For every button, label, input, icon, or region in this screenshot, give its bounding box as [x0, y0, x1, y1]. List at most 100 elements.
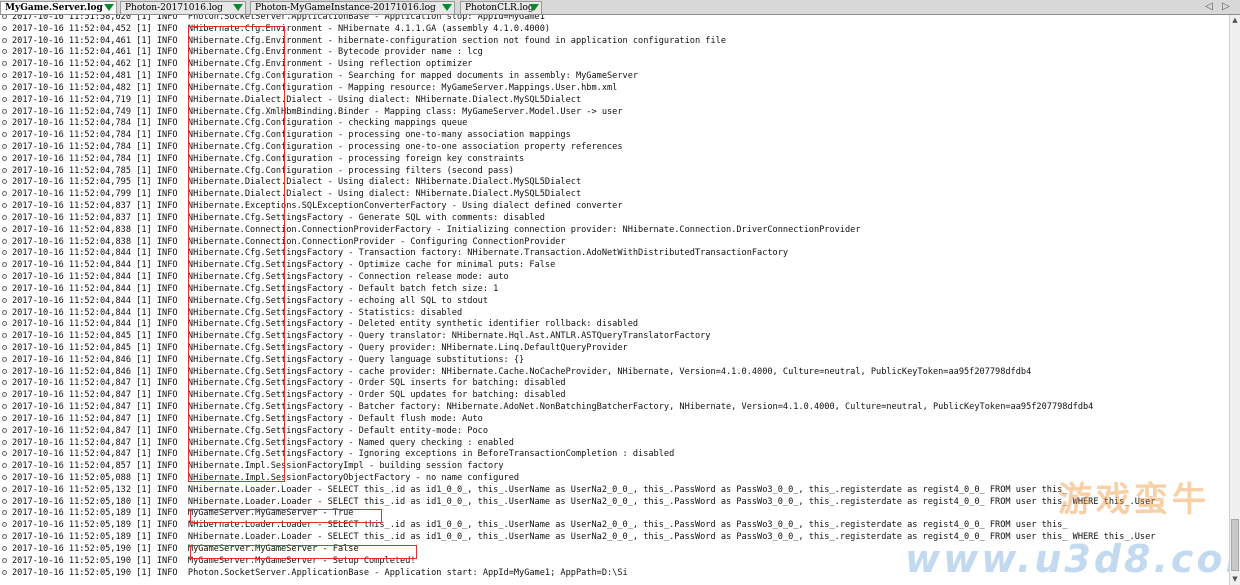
log-line[interactable]: 2017-10-16 11:52:05,189 [1] INFO MyGameS…: [0, 507, 1229, 519]
log-line[interactable]: 2017-10-16 11:52:04,844 [1] INFO NHibern…: [0, 271, 1229, 283]
line-marker-icon: [2, 356, 7, 362]
log-line[interactable]: 2017-10-16 11:52:04,461 [1] INFO NHibern…: [0, 46, 1229, 58]
log-line[interactable]: 2017-10-16 11:52:04,847 [1] INFO NHibern…: [0, 448, 1229, 460]
log-line[interactable]: 2017-10-16 11:52:04,847 [1] INFO NHibern…: [0, 437, 1229, 449]
log-line[interactable]: 2017-10-16 11:52:04,844 [1] INFO NHibern…: [0, 247, 1229, 259]
line-marker-icon: [2, 214, 7, 220]
log-line[interactable]: 2017-10-16 11:52:05,189 [1] INFO NHibern…: [0, 519, 1229, 531]
log-line-text: 2017-10-16 11:52:04,462 [1] INFO NHibern…: [12, 59, 473, 70]
tab-dropdown-icon[interactable]: [529, 4, 539, 11]
log-line-text: 2017-10-16 11:52:04,844 [1] INFO NHibern…: [12, 260, 556, 271]
scroll-down-icon[interactable]: ▼: [1230, 574, 1240, 584]
line-marker-icon: [2, 498, 7, 504]
log-line-text: 2017-10-16 11:52:04,784 [1] INFO NHibern…: [12, 142, 623, 153]
log-line-text: 2017-10-16 11:52:04,837 [1] INFO NHibern…: [12, 212, 545, 223]
line-marker-icon: [2, 37, 7, 43]
log-line-text: 2017-10-16 11:52:04,481 [1] INFO NHibern…: [12, 71, 639, 82]
line-marker-icon: [2, 522, 7, 528]
log-line[interactable]: 2017-10-16 11:52:04,837 [1] INFO NHibern…: [0, 212, 1229, 224]
log-line-text: 2017-10-16 11:52:04,461 [1] INFO NHibern…: [12, 47, 483, 58]
log-line[interactable]: 2017-10-16 11:52:04,846 [1] INFO NHibern…: [0, 354, 1229, 366]
line-marker-icon: [2, 309, 7, 315]
log-line-text: 2017-10-16 11:52:04,482 [1] INFO NHibern…: [12, 82, 618, 93]
log-line[interactable]: 2017-10-16 11:52:04,838 [1] INFO NHibern…: [0, 224, 1229, 236]
scroll-thumb[interactable]: [1231, 519, 1239, 571]
log-line[interactable]: 2017-10-16 11:52:04,482 [1] INFO NHibern…: [0, 82, 1229, 94]
line-marker-icon: [2, 321, 7, 327]
log-line[interactable]: 2017-10-16 11:52:04,799 [1] INFO NHibern…: [0, 188, 1229, 200]
log-line[interactable]: 2017-10-16 11:52:04,785 [1] INFO NHibern…: [0, 165, 1229, 177]
log-line[interactable]: 2017-10-16 11:52:04,847 [1] INFO NHibern…: [0, 401, 1229, 413]
log-line[interactable]: 2017-10-16 11:52:04,847 [1] INFO NHibern…: [0, 389, 1229, 401]
log-line[interactable]: 2017-10-16 11:52:05,088 [1] INFO NHibern…: [0, 472, 1229, 484]
log-line[interactable]: 2017-10-16 11:52:04,462 [1] INFO NHibern…: [0, 58, 1229, 70]
tab-photon-mygameinstance-log[interactable]: Photon-MyGameInstance-20171016.log: [250, 1, 455, 14]
log-line-text: 2017-10-16 11:52:04,838 [1] INFO NHibern…: [12, 224, 861, 235]
log-line-text: 2017-10-16 11:52:04,846 [1] INFO NHibern…: [12, 366, 1032, 377]
line-marker-icon: [2, 61, 7, 67]
log-line[interactable]: 2017-10-16 11:52:04,838 [1] INFO NHibern…: [0, 236, 1229, 248]
log-line[interactable]: 2017-10-16 11:52:05,180 [1] INFO NHibern…: [0, 496, 1229, 508]
log-line[interactable]: 2017-10-16 11:52:04,844 [1] INFO NHibern…: [0, 259, 1229, 271]
log-line[interactable]: 2017-10-16 11:51:58,620 [1] INFO Photon.…: [0, 15, 1229, 23]
log-line[interactable]: 2017-10-16 11:52:04,847 [1] INFO NHibern…: [0, 413, 1229, 425]
tab-photon-log[interactable]: Photon-20171016.log: [120, 1, 246, 14]
log-line-text: 2017-10-16 11:52:04,837 [1] INFO NHibern…: [12, 201, 623, 212]
log-line[interactable]: 2017-10-16 11:52:04,847 [1] INFO NHibern…: [0, 425, 1229, 437]
line-marker-icon: [2, 167, 7, 173]
log-line[interactable]: 2017-10-16 11:52:04,844 [1] INFO NHibern…: [0, 318, 1229, 330]
line-marker-icon: [2, 439, 7, 445]
log-line[interactable]: 2017-10-16 11:52:04,795 [1] INFO NHibern…: [0, 176, 1229, 188]
log-view[interactable]: 2017-10-16 11:51:58,620 [1] INFO Photon.…: [0, 15, 1229, 585]
line-marker-icon: [2, 262, 7, 268]
log-line[interactable]: 2017-10-16 11:52:04,844 [1] INFO NHibern…: [0, 283, 1229, 295]
line-marker-icon: [2, 191, 7, 197]
line-marker-icon: [2, 569, 7, 575]
log-line-text: 2017-10-16 11:52:04,844 [1] INFO NHibern…: [12, 295, 488, 306]
line-marker-icon: [2, 120, 7, 126]
line-marker-icon: [2, 392, 7, 398]
vertical-scrollbar[interactable]: ▲ ▼: [1229, 15, 1240, 585]
log-line[interactable]: 2017-10-16 11:52:04,846 [1] INFO NHibern…: [0, 366, 1229, 378]
log-line[interactable]: 2017-10-16 11:52:05,132 [1] INFO NHibern…: [0, 484, 1229, 496]
line-marker-icon: [2, 427, 7, 433]
log-line[interactable]: 2017-10-16 11:52:04,719 [1] INFO NHibern…: [0, 94, 1229, 106]
log-line[interactable]: 2017-10-16 11:52:04,452 [1] INFO NHibern…: [0, 23, 1229, 35]
log-line[interactable]: 2017-10-16 11:52:04,847 [1] INFO NHibern…: [0, 377, 1229, 389]
tab-mygame-server-log[interactable]: MyGame.Server.log: [0, 1, 117, 14]
log-line[interactable]: 2017-10-16 11:52:04,784 [1] INFO NHibern…: [0, 153, 1229, 165]
log-line[interactable]: 2017-10-16 11:52:04,844 [1] INFO NHibern…: [0, 307, 1229, 319]
log-line-text: 2017-10-16 11:52:04,784 [1] INFO NHibern…: [12, 153, 525, 164]
log-line[interactable]: 2017-10-16 11:52:04,857 [1] INFO NHibern…: [0, 460, 1229, 472]
log-line-text: 2017-10-16 11:52:04,847 [1] INFO NHibern…: [12, 402, 1094, 413]
log-line-text: 2017-10-16 11:52:04,845 [1] INFO NHibern…: [12, 331, 711, 342]
log-line[interactable]: 2017-10-16 11:52:04,749 [1] INFO NHibern…: [0, 106, 1229, 118]
line-marker-icon: [2, 297, 7, 303]
line-marker-icon: [2, 179, 7, 185]
tab-next-icon[interactable]: ▷: [1220, 1, 1232, 13]
tab-photonclr-log[interactable]: PhotonCLR.log: [460, 1, 542, 14]
line-marker-icon: [2, 108, 7, 114]
tab-dropdown-icon[interactable]: [442, 4, 452, 11]
log-line-text: 2017-10-16 11:52:04,799 [1] INFO NHibern…: [12, 189, 582, 200]
tab-dropdown-icon[interactable]: [233, 4, 243, 11]
line-marker-icon: [2, 250, 7, 256]
log-line[interactable]: 2017-10-16 11:52:04,461 [1] INFO NHibern…: [0, 35, 1229, 47]
scroll-up-icon[interactable]: ▲: [1230, 15, 1240, 25]
log-line[interactable]: 2017-10-16 11:52:04,844 [1] INFO NHibern…: [0, 295, 1229, 307]
watermark-logo-text: 游戏蛮牛: [1058, 480, 1210, 520]
log-line[interactable]: 2017-10-16 11:52:04,784 [1] INFO NHibern…: [0, 141, 1229, 153]
log-line[interactable]: 2017-10-16 11:52:04,845 [1] INFO NHibern…: [0, 330, 1229, 342]
tab-prev-icon[interactable]: ◁: [1203, 1, 1215, 13]
tab-dropdown-icon[interactable]: [104, 4, 114, 11]
line-marker-icon: [2, 545, 7, 551]
log-line[interactable]: 2017-10-16 11:52:04,845 [1] INFO NHibern…: [0, 342, 1229, 354]
log-line[interactable]: 2017-10-16 11:52:04,837 [1] INFO NHibern…: [0, 200, 1229, 212]
line-marker-icon: [2, 404, 7, 410]
line-marker-icon: [2, 380, 7, 386]
log-line[interactable]: 2017-10-16 11:52:04,481 [1] INFO NHibern…: [0, 70, 1229, 82]
log-line-text: 2017-10-16 11:52:04,847 [1] INFO NHibern…: [12, 378, 566, 389]
log-line[interactable]: 2017-10-16 11:52:04,784 [1] INFO NHibern…: [0, 129, 1229, 141]
log-line[interactable]: 2017-10-16 11:52:04,784 [1] INFO NHibern…: [0, 117, 1229, 129]
line-marker-icon: [2, 368, 7, 374]
